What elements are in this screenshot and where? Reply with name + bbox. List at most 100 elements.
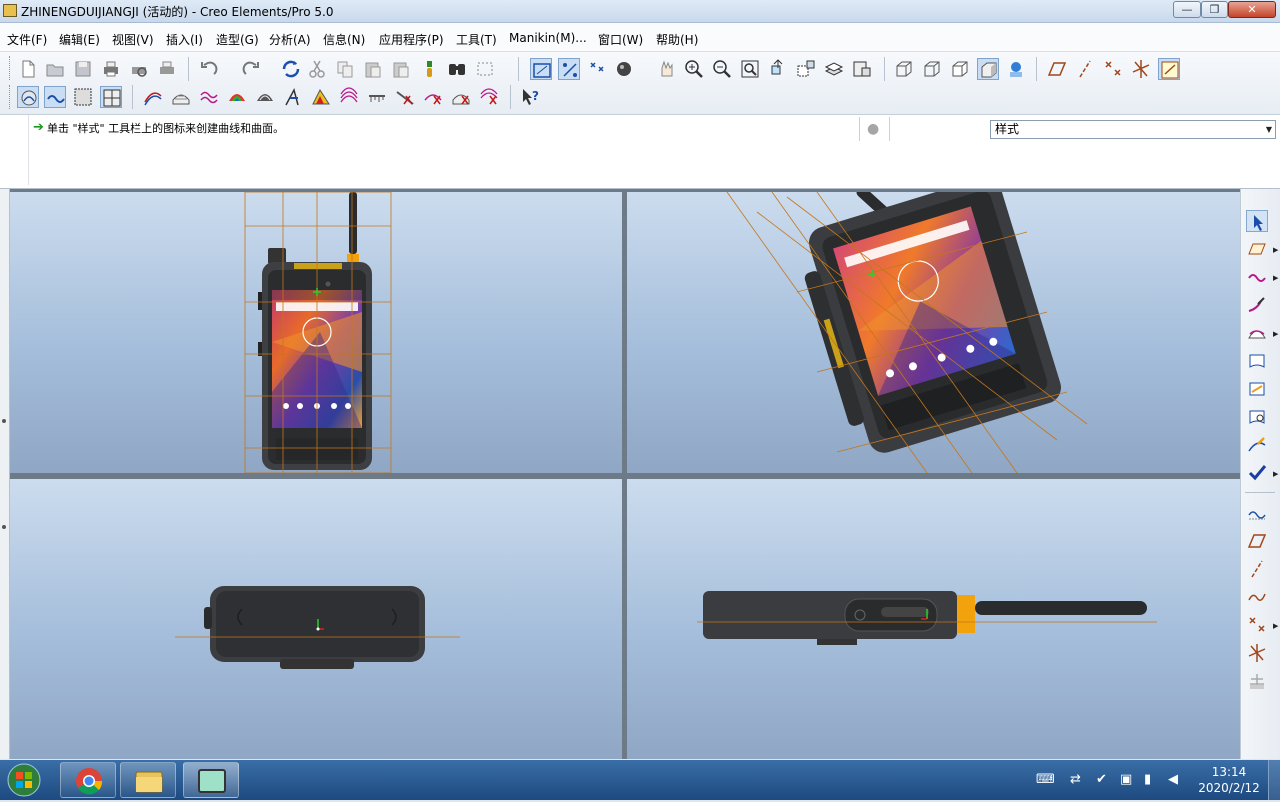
datum-point-display-icon[interactable] (586, 58, 608, 80)
datum-plane-display-icon[interactable] (530, 58, 552, 80)
menu-applications[interactable]: 应用程序(P) (379, 31, 444, 48)
keyboard-icon[interactable]: ⌨ (1036, 772, 1055, 787)
shading-analysis-icon[interactable] (198, 86, 220, 108)
print-preview-icon[interactable] (128, 58, 150, 80)
splitter-handle[interactable] (2, 419, 6, 423)
csys-display-icon[interactable] (614, 58, 636, 80)
axis-tool-icon[interactable] (1074, 58, 1096, 80)
layers-icon[interactable] (823, 58, 845, 80)
show-desktop-button[interactable] (1268, 760, 1280, 800)
datum-axis-icon[interactable] (1246, 558, 1268, 580)
draft-icon[interactable] (310, 86, 332, 108)
chevron-right-icon[interactable]: ▶ (1273, 274, 1278, 282)
new-icon[interactable] (17, 58, 39, 80)
curve-edit-icon[interactable] (72, 86, 94, 108)
zoom-out-icon[interactable] (711, 58, 733, 80)
network-share-icon[interactable]: ⇄ (1070, 772, 1081, 787)
quick-print-icon[interactable] (156, 58, 178, 80)
menu-manikin[interactable]: Manikin(M)... (509, 31, 587, 45)
plane-display-icon[interactable] (1246, 502, 1268, 524)
wireframe-icon[interactable] (893, 58, 915, 80)
find-icon[interactable] (446, 58, 468, 80)
signal-icon[interactable]: ▮ (1144, 772, 1151, 787)
select-box-icon[interactable] (474, 58, 496, 80)
regenerate-icon[interactable] (280, 58, 302, 80)
curve-analysis-icon[interactable] (1246, 434, 1268, 456)
delete-offset-icon[interactable] (478, 86, 500, 108)
zoom-in-icon[interactable] (683, 58, 705, 80)
context-help-icon[interactable]: ? (520, 86, 542, 108)
delete-surface-icon[interactable] (394, 86, 416, 108)
datum-curve-icon[interactable] (1246, 586, 1268, 608)
done-check-icon[interactable] (1246, 462, 1268, 484)
menu-file[interactable]: 文件(F) (7, 31, 47, 48)
model-tree-icon[interactable] (418, 58, 440, 80)
surface-connect-icon[interactable] (1246, 350, 1268, 372)
menu-edit[interactable]: 编辑(E) (59, 31, 100, 48)
close-button[interactable]: ✕ (1228, 1, 1276, 18)
menu-analysis[interactable]: 分析(A) (269, 31, 311, 48)
viewport-splitter-strip[interactable] (0, 189, 10, 759)
style-surface-icon[interactable] (44, 86, 66, 108)
viewport-front[interactable] (10, 192, 622, 473)
menu-tools[interactable]: 工具(T) (456, 31, 497, 48)
plane-tool-icon[interactable] (1046, 58, 1068, 80)
taskbar-app-creo[interactable] (183, 762, 239, 798)
maximize-button[interactable]: ❐ (1201, 1, 1228, 18)
slope-icon[interactable] (226, 86, 248, 108)
menu-insert[interactable]: 插入(I) (166, 31, 203, 48)
datum-point-icon[interactable] (1246, 614, 1268, 636)
delete-analysis-icon[interactable] (450, 86, 472, 108)
style-selector[interactable]: 样式 ▼ (990, 120, 1276, 139)
delete-curve-icon[interactable] (366, 86, 388, 108)
print-icon[interactable] (100, 58, 122, 80)
toolbar-grip[interactable] (9, 85, 13, 109)
save-icon[interactable] (72, 58, 94, 80)
security-icon[interactable]: ✔ (1096, 772, 1107, 787)
system-clock[interactable]: 13:14 2020/2/12 (1190, 764, 1268, 796)
no-hidden-icon[interactable] (949, 58, 971, 80)
style-curve-icon[interactable] (17, 86, 39, 108)
reflection-icon[interactable] (170, 86, 192, 108)
curvature-icon[interactable] (142, 86, 164, 108)
splitter-handle[interactable] (2, 525, 6, 529)
offset-icon[interactable] (338, 86, 360, 108)
app-icon[interactable] (3, 4, 17, 17)
shading-icon[interactable] (977, 58, 999, 80)
shading-edges-icon[interactable] (1005, 58, 1027, 80)
taskbar-app-chrome[interactable] (60, 762, 116, 798)
saved-views-icon[interactable] (795, 58, 817, 80)
taskbar-app-explorer[interactable] (120, 762, 176, 798)
datum-csys-icon[interactable] (1246, 642, 1268, 664)
menu-style[interactable]: 造型(G) (216, 31, 259, 48)
viewport-isometric[interactable] (627, 192, 1240, 473)
viewport-top[interactable] (10, 479, 622, 759)
toolbar-grip[interactable] (9, 56, 13, 80)
curve-icon[interactable] (1246, 266, 1268, 288)
menu-info[interactable]: 信息(N) (323, 31, 365, 48)
sketch-tool-icon[interactable] (1158, 58, 1180, 80)
open-icon[interactable] (44, 58, 66, 80)
surface-icon[interactable] (1246, 322, 1268, 344)
chevron-right-icon[interactable]: ▶ (1273, 246, 1278, 254)
surface-edit-icon[interactable] (100, 86, 122, 108)
microphone-icon[interactable]: ● (867, 121, 879, 137)
pan-icon[interactable] (655, 58, 677, 80)
section-icon[interactable] (282, 86, 304, 108)
hidden-line-icon[interactable] (921, 58, 943, 80)
menu-view[interactable]: 视图(V) (112, 31, 154, 48)
surface-trim-icon[interactable] (1246, 378, 1268, 400)
redo-icon[interactable] (240, 58, 262, 80)
cut-icon[interactable] (306, 58, 328, 80)
active-plane-icon[interactable] (1246, 238, 1268, 260)
view-manager-icon[interactable] (851, 58, 873, 80)
reorient-icon[interactable] (767, 58, 789, 80)
datum-plane-icon[interactable] (1246, 530, 1268, 552)
minimize-button[interactable]: — (1173, 1, 1201, 18)
surface-edit-tool-icon[interactable] (1246, 406, 1268, 428)
datum-csys-disabled-icon[interactable] (1246, 670, 1268, 692)
select-arrow-icon[interactable] (1246, 210, 1268, 232)
chevron-right-icon[interactable]: ▶ (1273, 470, 1278, 478)
undo-icon[interactable] (198, 58, 220, 80)
copy-icon[interactable] (334, 58, 356, 80)
